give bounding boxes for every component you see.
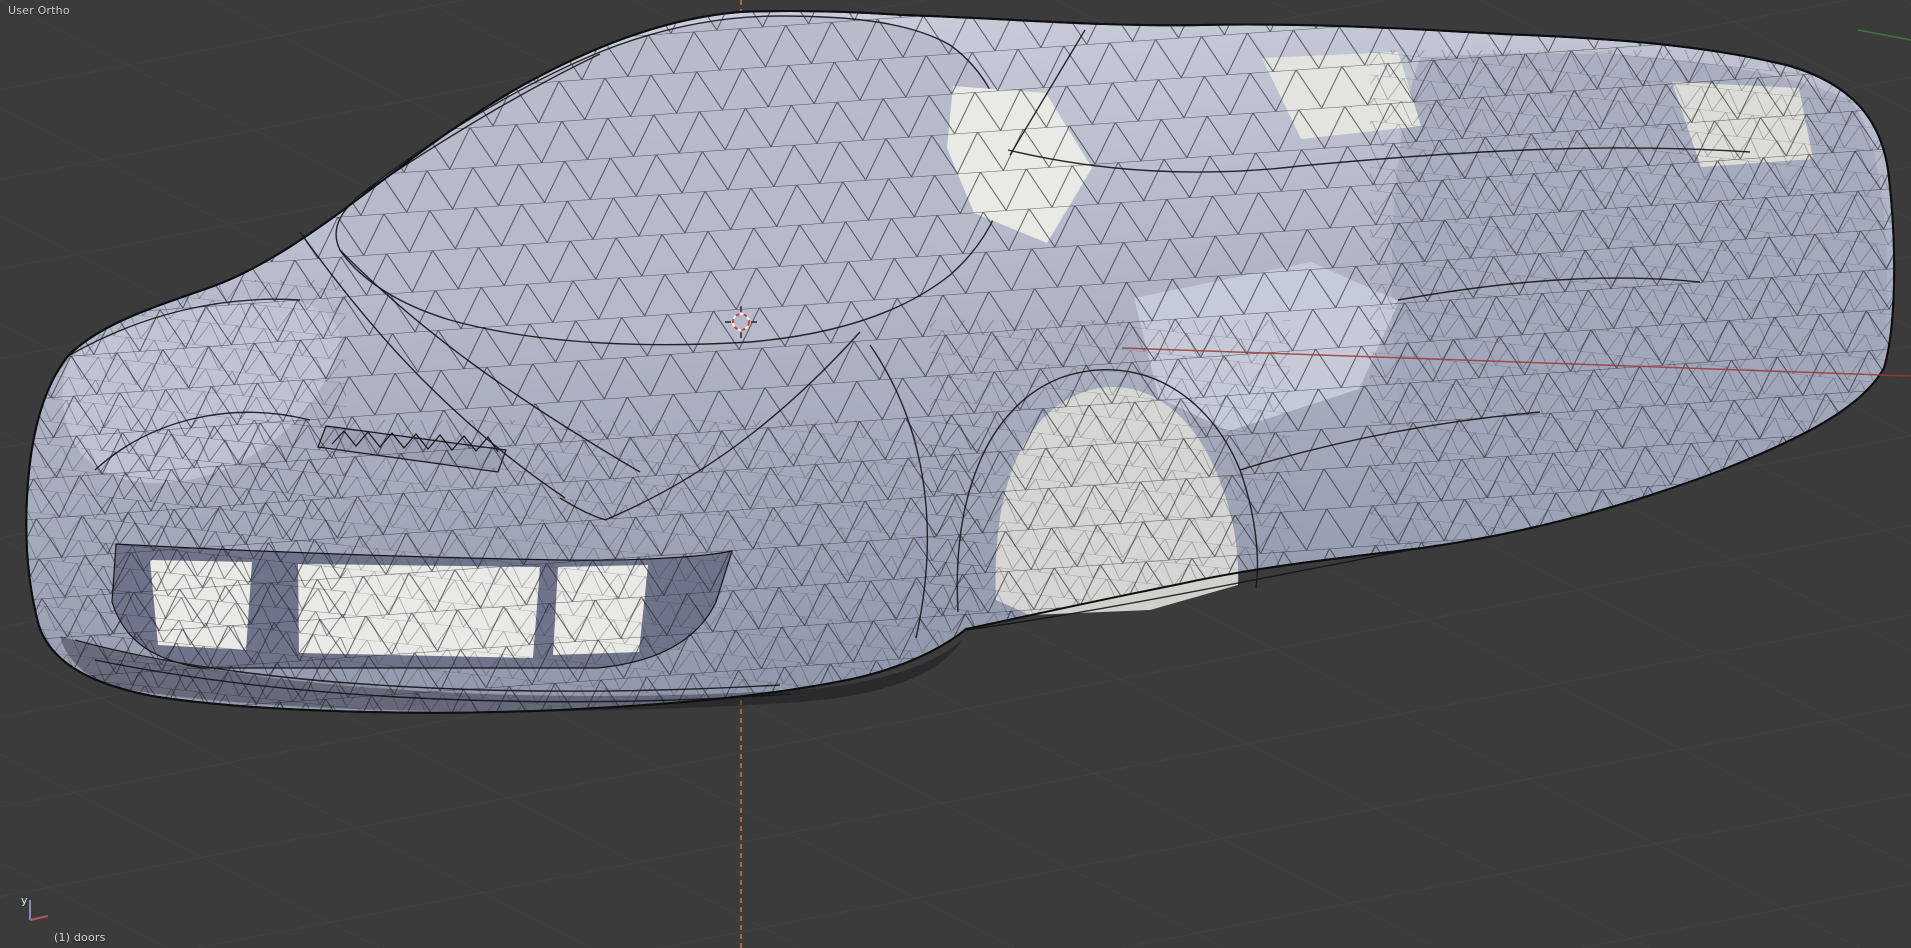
3d-viewport[interactable]: y User Ortho (1) doors — [0, 0, 1911, 948]
gizmo-axis-label: y — [21, 894, 28, 907]
status-object-label: (1) doors — [54, 931, 106, 944]
wireframe-fine-front-bumper — [100, 420, 980, 713]
view-label: User Ortho — [8, 4, 70, 17]
viewport-canvas: y — [0, 0, 1911, 948]
